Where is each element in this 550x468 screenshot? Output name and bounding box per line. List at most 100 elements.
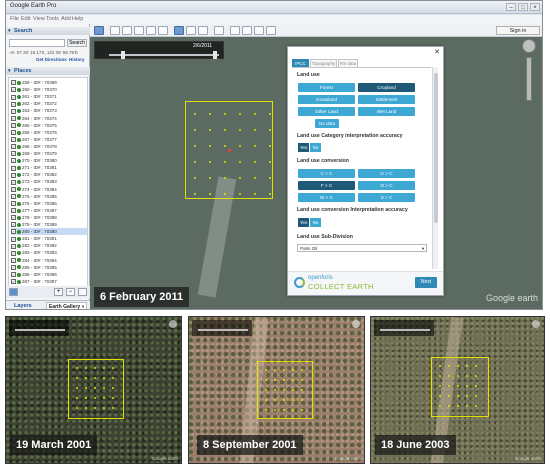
- compass-icon[interactable]: [522, 39, 536, 53]
- minimize-button[interactable]: –: [506, 3, 516, 11]
- checkbox-icon[interactable]: ✓: [11, 236, 16, 242]
- maximize-button[interactable]: □: [518, 3, 528, 11]
- place-item[interactable]: ✓ 282 - ID# : 70392: [11, 242, 87, 249]
- place-item[interactable]: ✓ 280 - ID# : 70390: [11, 228, 87, 236]
- place-item[interactable]: ✓ 266 - ID# : 70376: [11, 129, 87, 136]
- dialog-scrollbar[interactable]: [432, 67, 438, 269]
- place-item[interactable]: ✓ 278 - ID# : 70388: [11, 214, 87, 221]
- category-accuracy-yes[interactable]: Yes: [298, 143, 309, 152]
- place-item[interactable]: ✓ 263 - ID# : 70373: [11, 107, 87, 114]
- place-item[interactable]: ✓ 275 - ID# : 70385: [11, 193, 87, 200]
- conversion-w-c[interactable]: W > C: [298, 193, 355, 202]
- tab-rs-data[interactable]: RS data: [338, 59, 358, 67]
- menu-add[interactable]: Add: [61, 16, 71, 22]
- place-item[interactable]: ✓ 269 - ID# : 70379: [11, 150, 87, 157]
- conversion-g-c[interactable]: G > C: [358, 169, 415, 178]
- checkbox-icon[interactable]: ✓: [11, 250, 16, 256]
- checkbox-icon[interactable]: ✓: [11, 279, 16, 285]
- search-input[interactable]: [9, 39, 65, 47]
- place-item[interactable]: ✓ 285 - ID# : 70395: [11, 264, 87, 271]
- checkbox-icon[interactable]: ✓: [11, 208, 16, 214]
- historical-imagery-icon[interactable]: [174, 26, 184, 35]
- checkbox-icon[interactable]: ✓: [11, 201, 16, 206]
- search-button[interactable]: Search: [67, 39, 87, 47]
- menu-tools[interactable]: Tools: [46, 16, 59, 22]
- checkbox-icon[interactable]: ✓: [11, 193, 16, 199]
- land-use-no-data[interactable]: No data: [315, 119, 339, 128]
- place-item[interactable]: ✓ 277 - ID# : 70387: [11, 207, 87, 214]
- place-item[interactable]: ✓ 283 - ID# : 70393: [11, 249, 87, 256]
- land-use-forest[interactable]: Forest: [298, 83, 355, 92]
- history-link[interactable]: History: [69, 57, 85, 62]
- place-item[interactable]: ✓ 281 - ID# : 70391: [11, 235, 87, 242]
- save-image-icon[interactable]: [254, 26, 264, 35]
- land-use-cropland[interactable]: Cropland: [358, 83, 415, 92]
- scrollbar-thumb[interactable]: [434, 73, 438, 223]
- time-slider-end-handle[interactable]: [213, 51, 217, 59]
- placemark-icon[interactable]: [110, 26, 120, 35]
- checkbox-icon[interactable]: ✓: [11, 94, 16, 100]
- checkbox-icon[interactable]: ✓: [11, 222, 16, 228]
- place-item[interactable]: ✓ 261 - ID# : 70371: [11, 93, 87, 100]
- checkbox-icon[interactable]: ✓: [11, 229, 16, 235]
- menu-file[interactable]: File: [10, 16, 19, 22]
- checkbox-icon[interactable]: ✓: [11, 144, 16, 150]
- email-icon[interactable]: [230, 26, 240, 35]
- place-item[interactable]: ✓ 272 - ID# : 70382: [11, 171, 87, 178]
- add-icon[interactable]: +: [54, 288, 63, 296]
- checkbox-icon[interactable]: ✓: [11, 115, 16, 121]
- land-use-settlement[interactable]: Settlement: [358, 95, 415, 104]
- place-item[interactable]: ✓ 271 - ID# : 70381: [11, 164, 87, 171]
- search-places-icon[interactable]: [9, 288, 18, 296]
- conversion-accuracy-no[interactable]: No: [310, 218, 321, 227]
- land-use-wet-land[interactable]: Wet Land: [358, 107, 415, 116]
- checkbox-icon[interactable]: ✓: [11, 215, 16, 221]
- path-icon[interactable]: [134, 26, 144, 35]
- next-button[interactable]: Next: [415, 277, 437, 288]
- checkbox-icon[interactable]: ✓: [11, 137, 16, 143]
- remove-icon[interactable]: −: [66, 288, 75, 296]
- place-item[interactable]: ✓ 267 - ID# : 70377: [11, 136, 87, 143]
- conversion-f-c[interactable]: F > C: [298, 181, 355, 190]
- time-slider-start-handle[interactable]: [121, 51, 125, 59]
- print-icon[interactable]: [242, 26, 252, 35]
- place-item[interactable]: ✓ 259 - ID# : 70369: [11, 79, 87, 86]
- place-item[interactable]: ✓ 286 - ID# : 70396: [11, 271, 87, 278]
- places-header[interactable]: Places: [6, 67, 90, 75]
- close-button[interactable]: ×: [530, 3, 540, 11]
- place-item[interactable]: ✓ 284 - ID# : 70394: [11, 257, 87, 264]
- place-item[interactable]: ✓ 270 - ID# : 70380: [11, 157, 87, 164]
- checkbox-icon[interactable]: ✓: [11, 158, 16, 164]
- menu-view[interactable]: View: [33, 16, 45, 22]
- checkbox-icon[interactable]: ✓: [11, 179, 16, 185]
- place-item[interactable]: ✓ 264 - ID# : 70374: [11, 115, 87, 122]
- checkbox-icon[interactable]: ✓: [11, 108, 16, 114]
- checkbox-icon[interactable]: ✓: [11, 87, 16, 93]
- category-accuracy-no[interactable]: No: [310, 143, 321, 152]
- place-item[interactable]: ✓ 276 - ID# : 70386: [11, 200, 87, 207]
- place-item[interactable]: ✓ 273 - ID# : 70383: [11, 178, 87, 185]
- checkbox-icon[interactable]: ✓: [11, 257, 16, 263]
- checkbox-icon[interactable]: ✓: [11, 243, 16, 249]
- place-item[interactable]: ✓ 260 - ID# : 70370: [11, 86, 87, 93]
- checkbox-icon[interactable]: ✓: [11, 165, 16, 171]
- place-item[interactable]: ✓ 265 - ID# : 70375: [11, 122, 87, 129]
- place-item[interactable]: ✓ 279 - ID# : 70389: [11, 221, 87, 228]
- tab-ipcc[interactable]: IPCC: [292, 59, 309, 67]
- place-item[interactable]: ✓ 268 - ID# : 70378: [11, 143, 87, 150]
- land-use-grassland[interactable]: Grassland: [298, 95, 355, 104]
- menu-edit[interactable]: Edit: [21, 16, 30, 22]
- conversion-c-c[interactable]: C > C: [298, 169, 355, 178]
- overlay-icon[interactable]: [146, 26, 156, 35]
- conversion-accuracy-yes[interactable]: Yes: [298, 218, 309, 227]
- search-header[interactable]: Search: [6, 27, 90, 35]
- checkbox-icon[interactable]: ✓: [11, 130, 16, 135]
- land-use-other-land[interactable]: Other Land: [298, 107, 355, 116]
- conversion-o-c[interactable]: O > C: [358, 181, 415, 190]
- zoom-slider[interactable]: [526, 57, 532, 101]
- planet-icon[interactable]: [198, 26, 208, 35]
- checkbox-icon[interactable]: ✓: [11, 264, 16, 270]
- checkbox-icon[interactable]: ✓: [11, 186, 16, 192]
- folder-icon[interactable]: [78, 288, 87, 296]
- tab-topography[interactable]: Topography: [310, 59, 337, 67]
